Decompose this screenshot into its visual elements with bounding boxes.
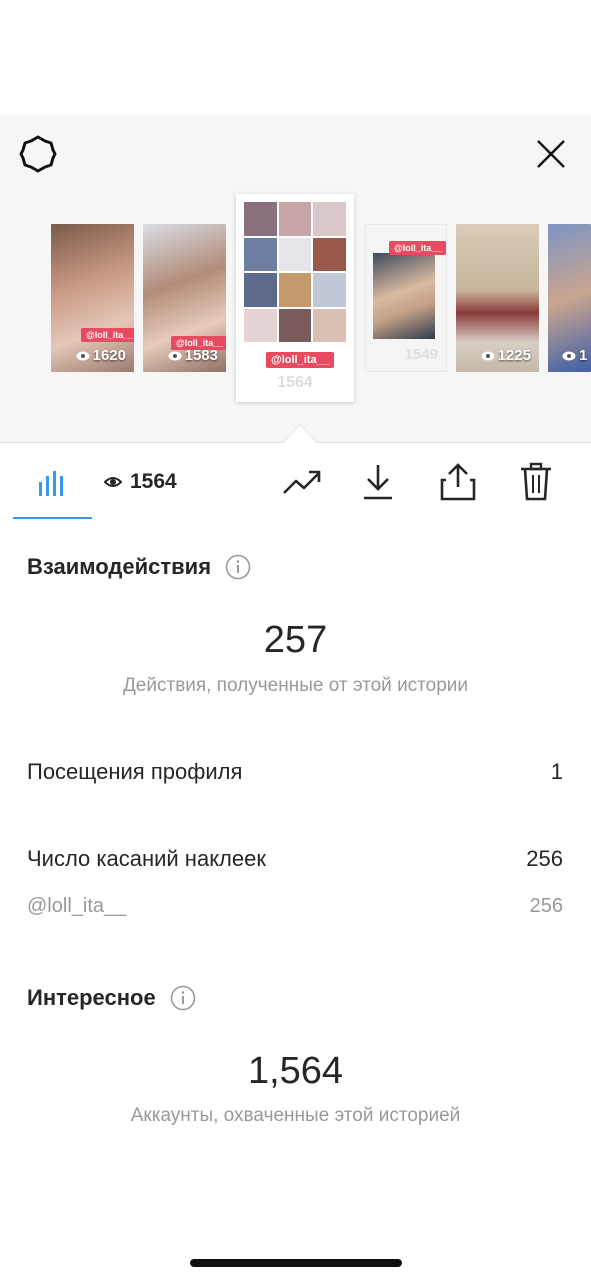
story-collage <box>244 202 346 342</box>
home-indicator[interactable] <box>190 1259 402 1267</box>
story-view-count-value: 1549 <box>404 346 438 363</box>
story-view-count-value: 1583 <box>184 347 218 364</box>
story-sticker: @loll_ita__ <box>389 241 446 255</box>
collage-cell <box>244 273 277 307</box>
settings-button[interactable] <box>16 134 60 174</box>
eye-icon <box>562 351 576 360</box>
info-icon[interactable] <box>170 985 196 1011</box>
story-thumbnail[interactable]: @loll_ita__ 1620 <box>51 224 134 372</box>
insights-tab[interactable] <box>36 468 70 498</box>
collage-cell <box>244 237 277 271</box>
promote-button[interactable] <box>280 460 324 504</box>
story-view-count: 1 <box>562 347 587 364</box>
sticker-taps-label: Число касаний наклеек <box>27 846 266 871</box>
story-view-count: 1225 <box>481 347 531 364</box>
interactions-header: Взаимодействия <box>27 554 251 580</box>
story-photo <box>373 253 435 339</box>
viewers-tab[interactable]: 1564 <box>104 470 177 494</box>
delete-button[interactable] <box>514 460 558 504</box>
trending-up-icon <box>283 470 321 494</box>
eye-icon <box>76 351 90 360</box>
interactions-total: 257 <box>263 619 328 661</box>
close-icon <box>537 140 565 168</box>
download-icon <box>364 465 392 500</box>
download-button[interactable] <box>356 460 400 504</box>
gear-icon <box>19 135 57 173</box>
collage-cell <box>313 308 346 342</box>
collage-cell <box>278 202 312 236</box>
discovery-header: Интересное <box>27 985 196 1011</box>
collage-cell <box>278 273 312 307</box>
sticker-mention-value: 256 <box>529 895 563 917</box>
story-view-count-value: 1620 <box>92 347 126 364</box>
collage-cell <box>244 202 277 236</box>
close-button[interactable] <box>530 134 572 174</box>
sticker-taps-value: 256 <box>526 846 563 871</box>
eye-icon <box>481 351 495 360</box>
info-icon[interactable] <box>225 554 251 580</box>
sticker-mention-label: @loll_ita__ <box>27 895 127 917</box>
selection-pointer <box>282 424 318 443</box>
profile-visits-value: 1 <box>550 759 563 784</box>
story-sticker: @loll_ita__ <box>81 328 134 342</box>
views-count: 1564 <box>130 470 177 493</box>
eye-icon <box>104 477 122 487</box>
story-view-count-value: 1225 <box>497 347 531 364</box>
story-view-count-value: 1564 <box>277 374 313 391</box>
share-button[interactable] <box>436 460 480 504</box>
story-view-count-value: 1 <box>579 347 588 364</box>
discovery-title: Интересное <box>27 985 156 1010</box>
bar-chart-icon <box>39 471 63 496</box>
interactions-caption: Действия, полученные от этой истории <box>122 675 469 696</box>
story-thumbnail[interactable]: 1225 <box>456 224 539 372</box>
story-view-count: 1549 <box>405 346 438 363</box>
story-thumbnail[interactable]: 1 <box>548 224 591 372</box>
selected-story-card[interactable]: @loll_ita__ 1564 <box>236 194 354 402</box>
discovery-caption: Аккаунты, охваченные этой историей <box>130 1105 461 1126</box>
interactions-title: Взаимодействия <box>27 554 212 579</box>
active-tab-indicator <box>13 517 92 519</box>
collage-cell <box>313 202 346 236</box>
collage-cell <box>313 273 346 307</box>
story-thumbnail[interactable]: @loll_ita__ 1549 <box>364 224 447 372</box>
collage-cell <box>278 308 312 342</box>
story-view-count: 1620 <box>76 347 126 364</box>
trash-icon <box>521 462 551 501</box>
collage-cell <box>278 237 312 271</box>
story-sticker: @loll_ita__ <box>266 352 334 368</box>
story-view-count: 1583 <box>168 347 218 364</box>
share-icon <box>440 463 476 501</box>
discovery-total: 1,564 <box>247 1050 344 1092</box>
status-area <box>0 0 591 115</box>
collage-cell <box>313 237 346 271</box>
profile-visits-label: Посещения профиля <box>27 759 243 784</box>
story-thumbnail[interactable]: @loll_ita__ 1583 <box>143 224 226 372</box>
eye-icon <box>168 351 182 360</box>
collage-cell <box>244 308 277 342</box>
